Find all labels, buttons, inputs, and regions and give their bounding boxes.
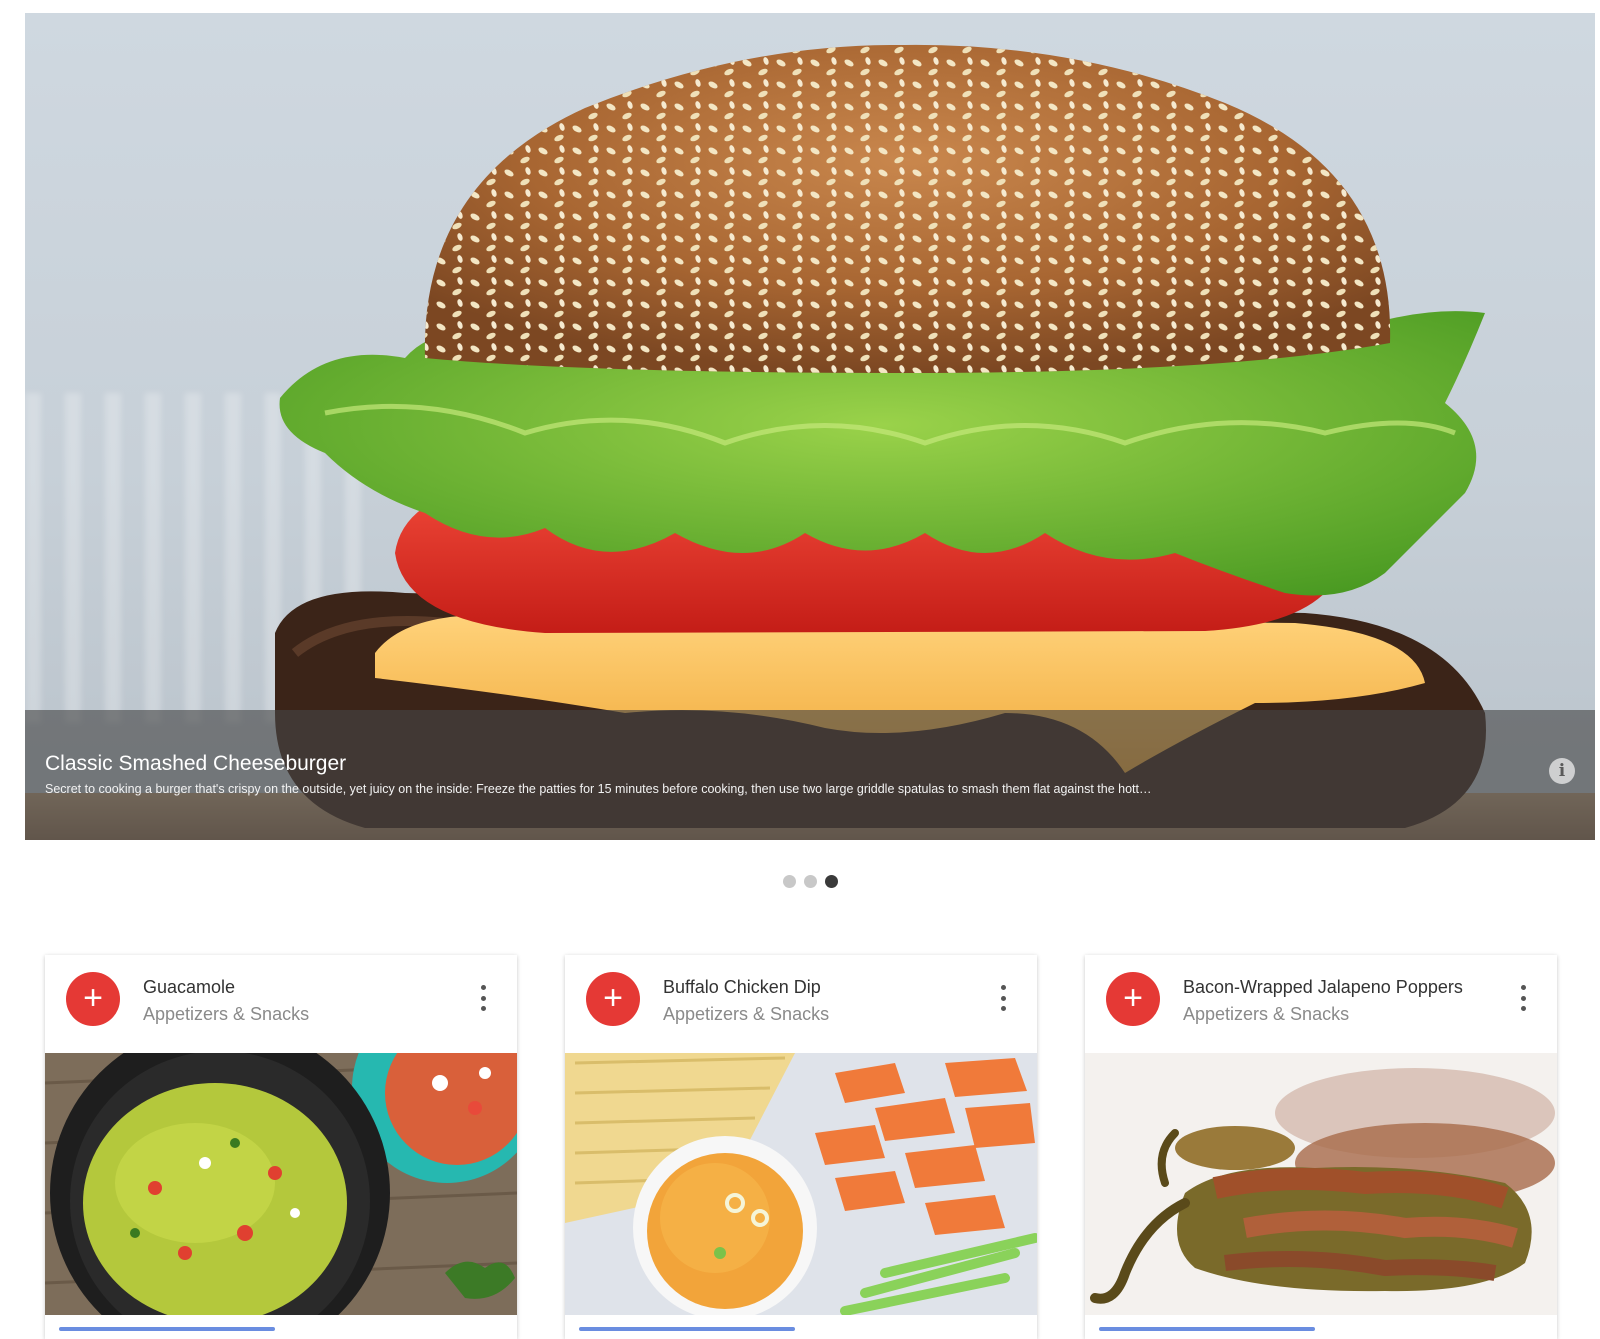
- more-vert-icon[interactable]: [479, 985, 487, 1011]
- info-icon[interactable]: i: [1549, 758, 1575, 784]
- card-title: Bacon-Wrapped Jalapeno Poppers: [1183, 977, 1463, 997]
- card-header: + Bacon-Wrapped Jalapeno Poppers Appetiz…: [1085, 955, 1557, 1053]
- recipe-card[interactable]: + Buffalo Chicken Dip Appetizers & Snack…: [565, 955, 1037, 1339]
- carousel-caption: Classic Smashed Cheeseburger Secret to c…: [25, 710, 1595, 840]
- more-vert-icon[interactable]: [999, 985, 1007, 1011]
- buffalo-chicken-dip-photo: [565, 1053, 1037, 1315]
- card-subtitle: Appetizers & Snacks: [1183, 1004, 1350, 1024]
- card-progress-bar: [59, 1327, 275, 1331]
- card-progress-bar: [579, 1327, 795, 1331]
- recipe-card[interactable]: + Guacamole Appetizers & Snacks: [45, 955, 517, 1339]
- card-title: Guacamole: [143, 977, 236, 997]
- carousel-title: Classic Smashed Cheeseburger: [45, 752, 347, 775]
- carousel-description: Secret to cooking a burger that's crispy…: [45, 782, 1152, 796]
- hero-carousel[interactable]: Classic Smashed Cheeseburger Secret to c…: [25, 13, 1595, 840]
- card-header: + Guacamole Appetizers & Snacks: [45, 955, 517, 1053]
- plus-icon[interactable]: +: [66, 972, 120, 1026]
- card-subtitle: Appetizers & Snacks: [663, 1004, 830, 1024]
- carousel-pagination: [783, 875, 838, 888]
- carousel-dot-3[interactable]: [825, 875, 838, 888]
- plus-icon[interactable]: +: [586, 972, 640, 1026]
- carousel-dot-2[interactable]: [804, 875, 817, 888]
- card-header: + Buffalo Chicken Dip Appetizers & Snack…: [565, 955, 1037, 1053]
- guacamole-photo: [45, 1053, 517, 1315]
- card-subtitle: Appetizers & Snacks: [143, 1004, 310, 1024]
- jalapeno-poppers-photo: [1085, 1053, 1557, 1315]
- carousel-dot-1[interactable]: [783, 875, 796, 888]
- card-progress-bar: [1099, 1327, 1315, 1331]
- plus-icon[interactable]: +: [1106, 972, 1160, 1026]
- card-title: Buffalo Chicken Dip: [663, 977, 821, 997]
- recipe-card[interactable]: + Bacon-Wrapped Jalapeno Poppers Appetiz…: [1085, 955, 1557, 1339]
- more-vert-icon[interactable]: [1519, 985, 1527, 1011]
